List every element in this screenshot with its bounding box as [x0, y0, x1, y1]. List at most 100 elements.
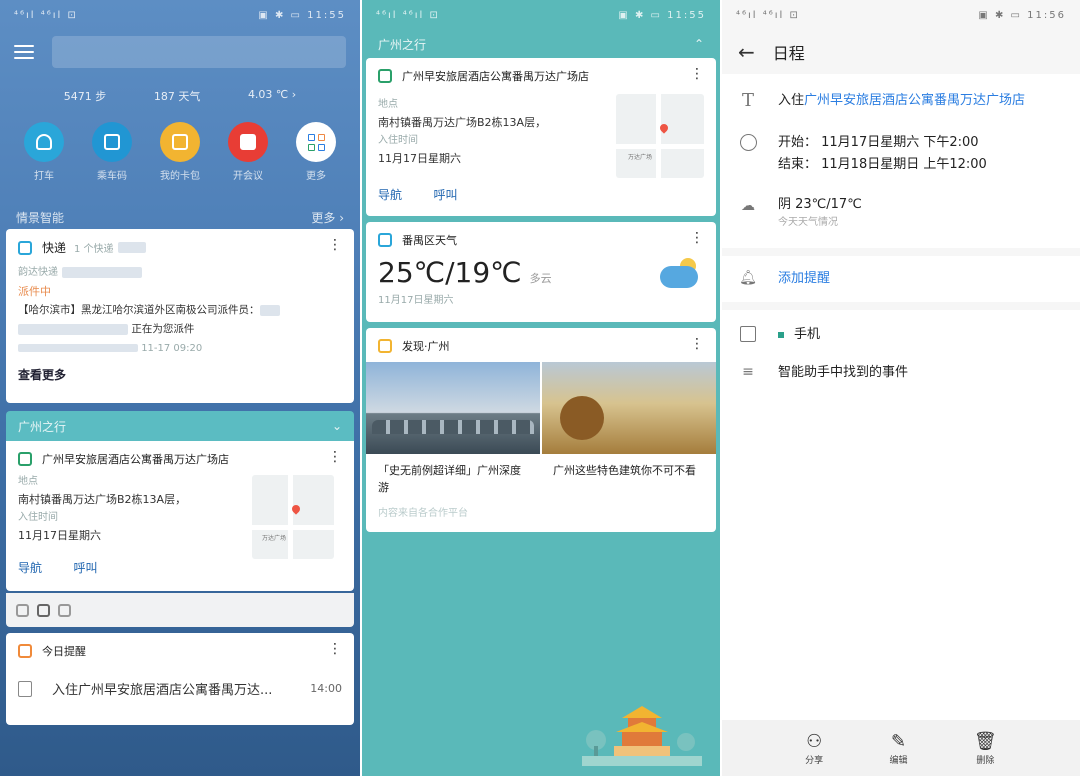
pencil-icon: ✎ — [891, 730, 907, 752]
navigate-link[interactable]: 导航 — [378, 188, 402, 202]
hotel-name: 广州早安旅居酒店公寓番禺万达广场店 — [42, 453, 229, 466]
express-status: 派件中 — [18, 285, 51, 298]
steps-stat[interactable]: 5471 步 — [64, 88, 107, 104]
more-options-icon[interactable]: ⋮ — [328, 237, 342, 253]
bell-icon: 🔔︎ — [739, 270, 757, 286]
trip-header: 广州之行 — [18, 419, 67, 434]
trip-header: 广州之行 — [378, 37, 427, 52]
tab-icon[interactable] — [16, 603, 29, 617]
app-meeting[interactable]: 开会议 — [218, 122, 278, 183]
more-options-icon[interactable]: ⋮ — [328, 449, 342, 465]
weather-condition: 多云 — [529, 272, 552, 285]
calendar-account[interactable]: 手机 — [794, 327, 820, 342]
share-button[interactable]: ⚇ 分享 — [805, 731, 823, 766]
temple-illustration — [582, 706, 702, 766]
express-company: 韵达快递 — [18, 267, 58, 278]
reminder-icon — [18, 644, 32, 658]
page-title: 日程 — [772, 44, 805, 63]
barcode-icon — [92, 122, 132, 162]
article-image[interactable] — [366, 362, 540, 454]
back-arrow-icon[interactable]: ← — [738, 40, 755, 64]
discover-icon — [378, 339, 392, 353]
status-time: ▣ ✱ ▭ 11:55 — [618, 9, 706, 21]
map-thumbnail[interactable]: 万达广场 — [616, 94, 704, 178]
calendar-icon — [738, 324, 758, 344]
reminder-section[interactable]: 🔔︎ 添加提醒 — [722, 256, 1080, 302]
search-input[interactable] — [52, 36, 346, 68]
signal-icon: ⁴⁶ıl ⁴⁶ıl ⊡ — [736, 9, 800, 21]
app-card-wallet[interactable]: 我的卡包 — [150, 122, 210, 183]
app-taxi[interactable]: 打车 — [14, 122, 74, 183]
article-image[interactable] — [542, 362, 716, 454]
trash-icon: 🗑︎ — [973, 730, 997, 752]
tab-icon[interactable] — [58, 603, 71, 617]
article-caption[interactable]: 广州这些特色建筑你不可不看 — [541, 454, 716, 500]
calendar-color-dot — [778, 331, 784, 338]
reminder-card[interactable]: 今日提醒 ⋮ 入住广州早安旅居酒店公寓番禺万达... 14:00 — [6, 633, 354, 725]
section-more-link[interactable]: 更多 › — [311, 209, 344, 226]
status-time: ▣ ✱ ▭ 11:55 — [258, 9, 346, 21]
add-reminder-button[interactable]: 添加提醒 — [778, 268, 830, 290]
weather-card[interactable]: 番禺区天气 ⋮ 25℃/19℃ 多云 11月17日星期六 — [366, 222, 716, 322]
temperature-range: 25℃/19℃ — [378, 256, 522, 289]
status-bar: ⁴⁶ıl ⁴⁶ıl ⊡ ▣ ✱ ▭ 11:55 — [362, 0, 720, 30]
hotel-name: 广州早安旅居酒店公寓番禺万达广场店 — [402, 70, 589, 83]
signal-icon: ⁴⁶ıl ⁴⁶ıl ⊡ — [14, 9, 78, 21]
event-details: T 入住广州早安旅居酒店公寓番禺万达广场店 开始： 11月17日星期六 下午2:… — [722, 74, 1080, 248]
more-options-icon[interactable]: ⋮ — [690, 336, 704, 352]
hotel-card[interactable]: 广州早安旅居酒店公寓番禺万达广场店 ⋮ 地点 南村镇番禺万达广场B2栋13A层，… — [6, 441, 354, 591]
express-title: 快递 — [42, 241, 67, 255]
status-time: ▣ ✱ ▭ 11:56 — [978, 9, 1066, 21]
delete-button[interactable]: 🗑︎ 删除 — [974, 731, 997, 766]
navigate-link[interactable]: 导航 — [18, 561, 42, 575]
call-link[interactable]: 呼叫 — [74, 561, 98, 575]
card-tabs — [6, 593, 354, 627]
more-options-icon[interactable]: ⋮ — [690, 66, 704, 82]
event-weather: 阴 23℃/17℃ — [778, 197, 862, 212]
temp-stat[interactable]: 4.03 ℃ › — [248, 88, 296, 104]
hotel-card[interactable]: 广州早安旅居酒店公寓番禺万达广场店 ⋮ 地点 南村镇番禺万达广场B2栋13A层，… — [366, 58, 716, 216]
assistant-home-panel: ⁴⁶ıl ⁴⁶ıl ⊡ ▣ ✱ ▭ 11:55 5471 步 187 天气 4.… — [0, 0, 360, 776]
event-source: 智能助手中找到的事件 — [778, 365, 909, 380]
express-meta: 1 个快递 — [74, 244, 114, 255]
share-icon: ⚇ — [806, 730, 823, 752]
event-end: 结束： 11月18日星期日 上午12:00 — [778, 157, 987, 172]
wallet-icon — [160, 122, 200, 162]
map-thumbnail[interactable]: 万达广场 — [252, 475, 334, 559]
notes-icon: ≡ — [742, 364, 754, 380]
app-more[interactable]: 更多 — [286, 122, 346, 183]
app-bus-code[interactable]: 乘车码 — [82, 122, 142, 183]
weather-icon — [378, 233, 392, 247]
reminder-time: 14:00 — [310, 682, 342, 695]
call-link[interactable]: 呼叫 — [434, 188, 458, 202]
car-icon — [24, 122, 64, 162]
chevron-up-icon[interactable]: ⌃ — [694, 37, 704, 51]
section-title: 情景智能 — [16, 210, 65, 225]
cloudy-icon: ☁ — [741, 198, 755, 214]
discover-card[interactable]: 发现·广州 ⋮ 「史无前例超详细」广州深度游 广州这些特色建筑你不可不看 内容来… — [366, 328, 716, 532]
tab-icon[interactable] — [37, 603, 50, 617]
weather-date: 11月17日星期六 — [378, 295, 454, 306]
menu-icon[interactable] — [14, 45, 34, 59]
more-options-icon[interactable]: ⋮ — [690, 230, 704, 246]
article-caption[interactable]: 「史无前例超详细」广州深度游 — [366, 454, 541, 500]
cloud-icon — [660, 266, 698, 288]
edit-button[interactable]: ✎ 编辑 — [890, 731, 908, 766]
chevron-down-icon[interactable]: ⌄ — [332, 419, 342, 433]
document-icon — [18, 680, 32, 697]
days-stat[interactable]: 187 天气 — [154, 88, 201, 104]
calendar-section: 手机 ≡ 智能助手中找到的事件 — [722, 310, 1080, 730]
schedule-detail-panel: ⁴⁶ıl ⁴⁶ıl ⊡ ▣ ✱ ▭ 11:56 ← 日程 T 入住广州早安旅居酒… — [722, 0, 1080, 776]
express-card[interactable]: 快递 1 个快递 ⋮ 韵达快递 派件中 【哈尔滨市】黑龙江哈尔滨道外区南极公司派… — [6, 229, 354, 403]
hotel-icon — [378, 69, 392, 83]
reminder-item[interactable]: 入住广州早安旅居酒店公寓番禺万达... 14:00 — [6, 663, 354, 698]
event-start: 开始： 11月17日星期六 下午2:00 — [778, 135, 979, 150]
trip-panel: ⁴⁶ıl ⁴⁶ıl ⊡ ▣ ✱ ▭ 11:55 广州之行 ⌃ 广州早安旅居酒店公… — [362, 0, 720, 776]
clock-icon — [738, 132, 758, 152]
view-more-link[interactable]: 查看更多 — [18, 366, 342, 385]
event-hotel-link[interactable]: 广州早安旅居酒店公寓番禺万达广场店 — [804, 93, 1025, 108]
more-options-icon[interactable]: ⋮ — [328, 641, 342, 657]
section-header: 情景智能 更多 › — [0, 205, 360, 229]
trip-card: 广州之行 ⌄ — [6, 411, 354, 441]
status-bar: ⁴⁶ıl ⁴⁶ıl ⊡ ▣ ✱ ▭ 11:56 — [722, 0, 1080, 30]
